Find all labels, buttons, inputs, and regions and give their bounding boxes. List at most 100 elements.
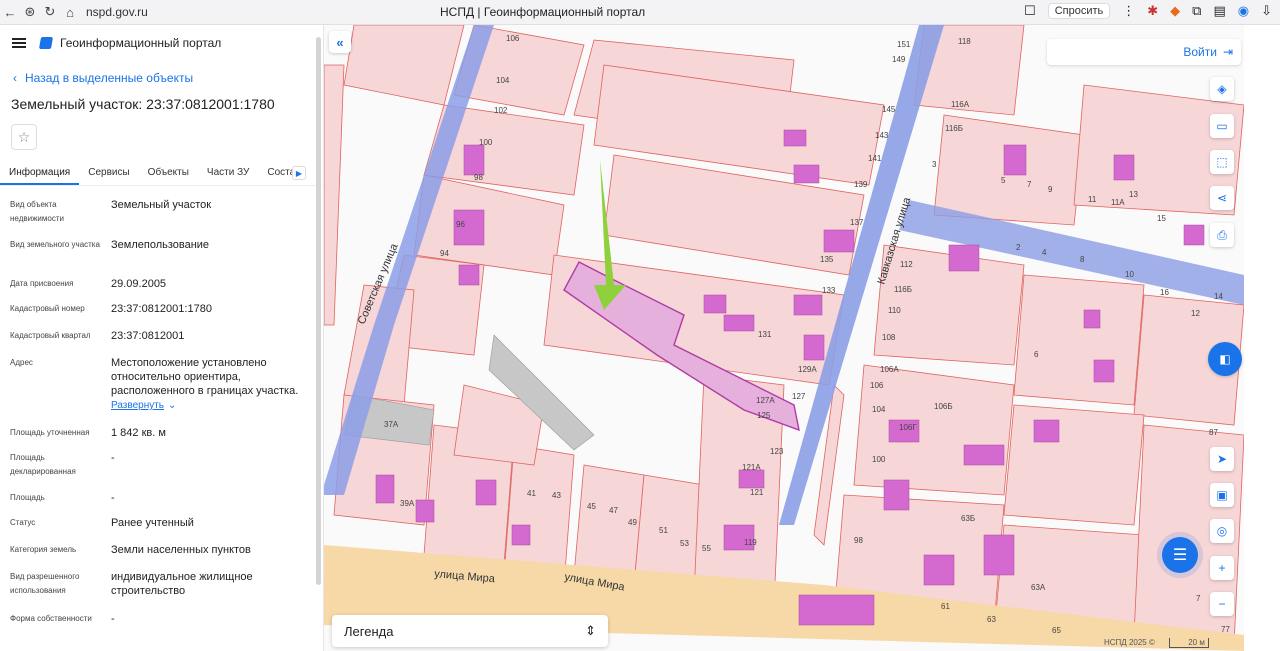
- building: [963, 444, 1005, 466]
- geolocation-icon[interactable]: ➤: [1210, 447, 1234, 471]
- property-key: Вид объекта недвижимости: [10, 200, 64, 223]
- house-number: 7: [1196, 594, 1201, 603]
- extension-icon[interactable]: ✱: [1147, 3, 1158, 19]
- bookmark-icon[interactable]: ☐: [1024, 3, 1036, 19]
- zoom-in-button[interactable]: +: [1210, 556, 1234, 580]
- map-widget-icon[interactable]: ◧: [1208, 342, 1242, 376]
- back-link[interactable]: ‹ Назад в выделенные объекты: [13, 71, 323, 85]
- house-number: 121: [750, 488, 764, 497]
- house-number: 129А: [798, 365, 817, 374]
- chevron-updown-icon: ⇕: [585, 623, 596, 638]
- tab-parts[interactable]: Части ЗУ: [198, 162, 258, 185]
- tab-objects[interactable]: Объекты: [139, 162, 198, 185]
- building: [703, 294, 727, 314]
- zoom-out-button[interactable]: −: [1210, 592, 1234, 616]
- house-number: 121А: [742, 463, 761, 472]
- back-arrow-icon[interactable]: ←: [0, 5, 20, 20]
- property-row: Вид земельного участка Землепользование: [0, 238, 323, 277]
- house-number: 15: [1157, 214, 1166, 223]
- expand-label: Развернуть: [111, 400, 165, 411]
- ruler-icon[interactable]: ▭: [1210, 114, 1234, 138]
- house-number: 61: [941, 602, 950, 611]
- tab-services[interactable]: Сервисы: [79, 162, 138, 185]
- browser-toolbar: ☐ Спросить ⋮ ✱ ◆ ⧉ ▤ ◉ ⇩: [1024, 3, 1272, 19]
- building: [793, 164, 820, 184]
- sidebar-icon[interactable]: ▤: [1213, 3, 1225, 19]
- house-number: 11А: [1111, 198, 1125, 207]
- property-key: Вид земельного участка: [10, 240, 100, 249]
- address-bar[interactable]: nspd.gov.ru: [86, 5, 148, 19]
- house-number: 119: [744, 538, 757, 547]
- tab-title: НСПД | Геоинформационный портал: [440, 5, 646, 19]
- house-number: 100: [479, 138, 493, 147]
- share-icon[interactable]: ⋖: [1210, 186, 1234, 210]
- sidebar-scrollbar[interactable]: [316, 37, 321, 585]
- house-number: 5: [1001, 176, 1006, 185]
- building: [948, 244, 980, 272]
- tabs-next-icon[interactable]: ▶: [292, 166, 306, 180]
- house-number: 39А: [400, 499, 415, 508]
- menu-icon[interactable]: [12, 38, 26, 48]
- property-row: Категория земель Земли населенных пункто…: [0, 543, 323, 570]
- house-number: 102: [494, 106, 508, 115]
- fox-extension-icon[interactable]: ◆: [1170, 3, 1180, 19]
- print-icon[interactable]: ⎙: [1210, 223, 1234, 247]
- house-number: 14: [1214, 292, 1223, 301]
- puzzle-icon[interactable]: ⧉: [1192, 3, 1201, 19]
- collapse-sidebar-button[interactable]: «: [329, 31, 351, 53]
- shield-icon[interactable]: ⊛: [20, 4, 40, 20]
- favorite-star-icon[interactable]: ☆: [11, 124, 37, 150]
- building: [823, 229, 855, 253]
- building: [883, 479, 910, 511]
- browser-chrome: ← ⊛ ↻ ⌂ nspd.gov.ru НСПД | Геоинформацио…: [0, 0, 1280, 25]
- page-margin: [1244, 25, 1280, 651]
- legend-label: Легенда: [344, 623, 394, 639]
- login-button[interactable]: Войти ⇥: [1047, 39, 1241, 65]
- back-label: Назад в выделенные объекты: [25, 71, 194, 85]
- property-key: Площадь декларированная: [10, 453, 76, 476]
- property-key: Кадастровый квартал: [10, 331, 91, 340]
- building: [803, 334, 825, 361]
- lock-icon: ⌂: [66, 4, 74, 20]
- house-number: 118: [958, 37, 971, 46]
- house-number: 53: [680, 539, 689, 548]
- address-value: Местоположение установлено относительно …: [111, 356, 306, 426]
- property-key: Площадь: [10, 493, 45, 502]
- building: [415, 499, 435, 523]
- house-number: 10: [1125, 270, 1134, 279]
- layers-icon[interactable]: ◈: [1210, 77, 1234, 101]
- minimap-icon[interactable]: ▣: [1210, 483, 1234, 507]
- ask-button[interactable]: Спросить: [1047, 3, 1111, 19]
- more-icon[interactable]: ⋮: [1122, 3, 1135, 19]
- building: [738, 469, 765, 489]
- map-canvas[interactable]: Советская улица Кавказская улица улица М…: [324, 25, 1244, 651]
- house-number: 149: [892, 55, 906, 64]
- building: [1113, 154, 1135, 181]
- tab-info[interactable]: Информация: [0, 162, 80, 185]
- login-label: Войти: [1183, 45, 1217, 59]
- house-number: 77: [1221, 625, 1230, 634]
- property-key: Статус: [10, 518, 36, 527]
- house-number: 127: [792, 392, 806, 401]
- property-row: Кадастровый квартал 23:37:0812001: [0, 329, 323, 356]
- property-key: Площадь уточненная: [10, 428, 90, 437]
- properties-list: Вид объекта недвижимости Земельный участ…: [0, 198, 323, 632]
- scale-bar: 20 м: [1168, 638, 1209, 648]
- download-icon[interactable]: ⇩: [1261, 3, 1272, 19]
- chat-button[interactable]: ☰: [1162, 537, 1198, 573]
- search-place-icon[interactable]: ◎: [1210, 519, 1234, 543]
- property-value: Земельный участок: [111, 199, 212, 211]
- building: [511, 524, 531, 546]
- house-number: 104: [496, 76, 510, 85]
- expand-link[interactable]: Развернуть ⌄: [111, 399, 306, 413]
- legend-dropdown[interactable]: Легенда ⇕: [332, 615, 608, 647]
- app-title: Геоинформационный портал: [60, 36, 222, 50]
- building: [983, 534, 1015, 576]
- house-number: 100: [872, 455, 886, 464]
- profile-icon[interactable]: ◉: [1238, 3, 1249, 19]
- building: [1083, 309, 1101, 329]
- property-row: Адрес Местоположение установлено относит…: [0, 356, 323, 426]
- reload-icon[interactable]: ↻: [40, 4, 60, 20]
- select-area-icon[interactable]: ⬚: [1210, 150, 1234, 174]
- chevron-left-icon: ‹: [13, 71, 17, 85]
